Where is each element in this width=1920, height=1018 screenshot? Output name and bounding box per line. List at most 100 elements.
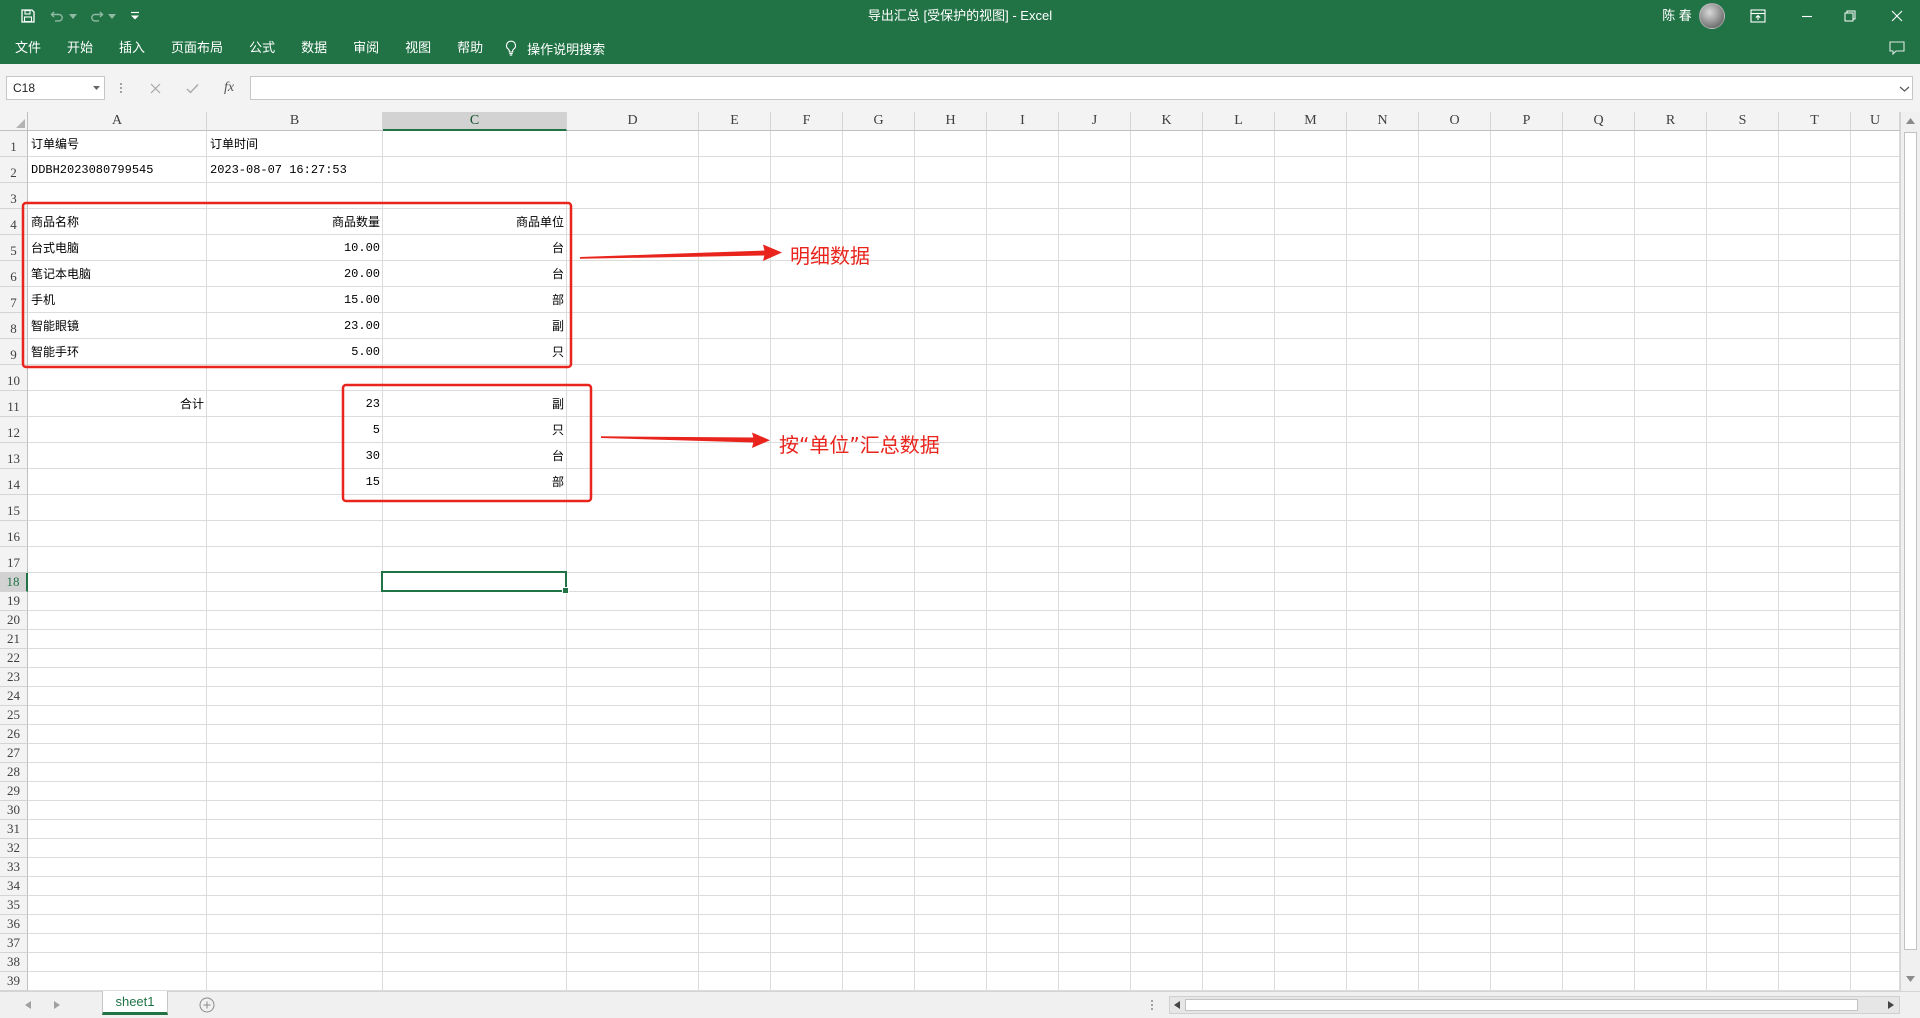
scroll-up-icon[interactable] [1906,118,1915,124]
cell-s23[interactable] [1707,668,1779,687]
redo-dropdown-icon[interactable] [108,14,116,19]
cell-q1[interactable] [1563,131,1635,157]
cell-t36[interactable] [1779,915,1851,934]
cell-a17[interactable] [28,547,207,573]
cell-b24[interactable] [207,687,383,706]
cell-b23[interactable] [207,668,383,687]
cell-t14[interactable] [1779,469,1851,495]
cell-n36[interactable] [1347,915,1419,934]
cell-h39[interactable] [915,972,987,991]
cell-n6[interactable] [1347,261,1419,287]
cell-g18[interactable] [843,573,915,592]
cell-q25[interactable] [1563,706,1635,725]
cell-o20[interactable] [1419,611,1491,630]
close-button[interactable] [1874,0,1920,32]
cell-u38[interactable] [1851,953,1900,972]
cell-h37[interactable] [915,934,987,953]
cell-e29[interactable] [699,782,771,801]
cell-j28[interactable] [1059,763,1131,782]
cell-i29[interactable] [987,782,1059,801]
cell-o37[interactable] [1419,934,1491,953]
cell-k6[interactable] [1131,261,1203,287]
cell-f22[interactable] [771,649,843,668]
cell-j23[interactable] [1059,668,1131,687]
cell-k31[interactable] [1131,820,1203,839]
cell-c34[interactable] [383,877,567,896]
cell-s1[interactable] [1707,131,1779,157]
cell-l12[interactable] [1203,417,1275,443]
column-header-e[interactable]: E [699,112,771,131]
cell-e10[interactable] [699,365,771,391]
cell-c18[interactable] [383,573,567,592]
cell-n4[interactable] [1347,209,1419,235]
sheet-tab-sheet1[interactable]: sheet1 [102,991,168,1015]
cell-g21[interactable] [843,630,915,649]
row-header-20[interactable]: 20 [0,611,28,630]
cell-m11[interactable] [1275,391,1347,417]
cell-l35[interactable] [1203,896,1275,915]
cell-t39[interactable] [1779,972,1851,991]
cell-s33[interactable] [1707,858,1779,877]
cell-i2[interactable] [987,157,1059,183]
cell-f11[interactable] [771,391,843,417]
row-header-33[interactable]: 33 [0,858,28,877]
cell-t25[interactable] [1779,706,1851,725]
cell-g36[interactable] [843,915,915,934]
cell-p35[interactable] [1491,896,1563,915]
cell-q16[interactable] [1563,521,1635,547]
cell-d39[interactable] [567,972,699,991]
cell-q29[interactable] [1563,782,1635,801]
cell-q24[interactable] [1563,687,1635,706]
cell-e15[interactable] [699,495,771,521]
cell-t32[interactable] [1779,839,1851,858]
cell-m26[interactable] [1275,725,1347,744]
cell-f8[interactable] [771,313,843,339]
cell-a18[interactable] [28,573,207,592]
cell-g1[interactable] [843,131,915,157]
cell-l36[interactable] [1203,915,1275,934]
cell-b19[interactable] [207,592,383,611]
cell-a36[interactable] [28,915,207,934]
scroll-left-icon[interactable] [1174,1001,1180,1009]
cell-r22[interactable] [1635,649,1707,668]
cell-g28[interactable] [843,763,915,782]
cell-k10[interactable] [1131,365,1203,391]
cell-j24[interactable] [1059,687,1131,706]
cell-u23[interactable] [1851,668,1900,687]
cell-n10[interactable] [1347,365,1419,391]
cell-f23[interactable] [771,668,843,687]
cell-q36[interactable] [1563,915,1635,934]
cell-k19[interactable] [1131,592,1203,611]
cell-q18[interactable] [1563,573,1635,592]
cell-l30[interactable] [1203,801,1275,820]
cell-b25[interactable] [207,706,383,725]
cell-p12[interactable] [1491,417,1563,443]
cell-l20[interactable] [1203,611,1275,630]
cell-f4[interactable] [771,209,843,235]
cell-j21[interactable] [1059,630,1131,649]
cell-k18[interactable] [1131,573,1203,592]
cell-c28[interactable] [383,763,567,782]
cell-o28[interactable] [1419,763,1491,782]
cell-o15[interactable] [1419,495,1491,521]
cell-n25[interactable] [1347,706,1419,725]
cell-j36[interactable] [1059,915,1131,934]
cell-c14[interactable]: 部 [383,469,567,495]
cell-u13[interactable] [1851,443,1900,469]
cell-c32[interactable] [383,839,567,858]
cell-l24[interactable] [1203,687,1275,706]
cell-i3[interactable] [987,183,1059,209]
cell-p11[interactable] [1491,391,1563,417]
cell-d12[interactable] [567,417,699,443]
cell-g37[interactable] [843,934,915,953]
cell-f9[interactable] [771,339,843,365]
cell-s13[interactable] [1707,443,1779,469]
cell-a14[interactable] [28,469,207,495]
cell-o12[interactable] [1419,417,1491,443]
cell-a23[interactable] [28,668,207,687]
cell-p5[interactable] [1491,235,1563,261]
cell-j10[interactable] [1059,365,1131,391]
cell-r18[interactable] [1635,573,1707,592]
cell-h24[interactable] [915,687,987,706]
cell-a38[interactable] [28,953,207,972]
